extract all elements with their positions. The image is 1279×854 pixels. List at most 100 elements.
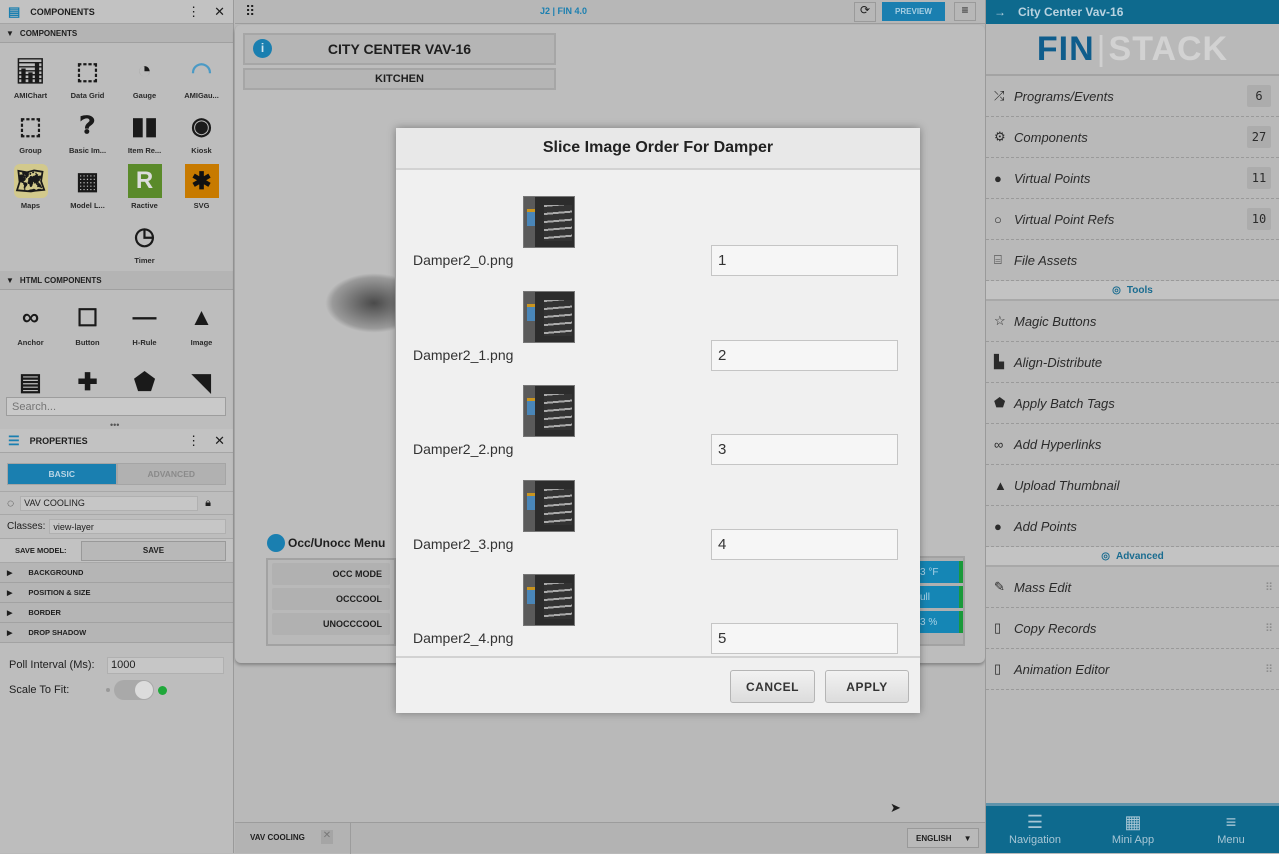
caret-right-icon: ▶ <box>7 629 13 637</box>
component-image[interactable]: ▲ Image <box>173 296 230 351</box>
cancel-button[interactable]: CANCEL <box>730 670 815 703</box>
advanced-section-header[interactable]: ◎ Advanced <box>986 547 1279 567</box>
drag-handle-icon[interactable]: ⠿ <box>1265 663 1273 676</box>
menu-item-components[interactable]: ⚙ Components 27 <box>986 117 1279 158</box>
search-input[interactable] <box>6 397 226 416</box>
nav-navigation[interactable]: ☰ Navigation <box>986 806 1084 853</box>
nav-menu[interactable]: ≡ Menu <box>1182 806 1279 853</box>
occ-mode-button[interactable]: OCC MODE <box>272 563 390 585</box>
grid-icon: ▦ <box>1124 812 1142 832</box>
component-button[interactable]: ☐ Button <box>59 296 116 351</box>
info-icon[interactable]: i <box>253 39 272 58</box>
drag-handle-icon[interactable]: ⠿ <box>1265 622 1273 635</box>
menu-item-label: Copy Records <box>1014 620 1097 636</box>
component-basic-im[interactable]: ❓︎ Basic Im... <box>59 104 116 159</box>
order-input[interactable] <box>711 245 898 276</box>
poll-interval-input[interactable]: 1000 <box>107 656 224 674</box>
arrow-right-icon[interactable]: → <box>994 5 1006 19</box>
menu-item-label: File Assets <box>1014 252 1078 268</box>
component-amichart[interactable]: 📊︎ AMIChart <box>2 49 59 104</box>
accordion-drop-shadow[interactable]: ▶ DROP SHADOW <box>0 623 233 643</box>
preview-button[interactable]: PREVIEW <box>882 2 945 21</box>
nav-mini-app[interactable]: ▦ Mini App <box>1084 806 1182 853</box>
order-input[interactable] <box>711 434 898 465</box>
menu-item-file-assets[interactable]: ⌸ File Assets <box>986 240 1279 281</box>
drag-handle-icon[interactable]: ⠿ <box>1265 581 1273 594</box>
tab-basic[interactable]: BASIC <box>7 463 117 485</box>
component-timer[interactable]: ◷ Timer <box>116 214 173 269</box>
occ-menu-label: Occ/Unocc Menu <box>288 536 386 550</box>
accordion-background[interactable]: ▶ BACKGROUND <box>0 563 233 583</box>
occupancy-icon <box>267 534 285 552</box>
menu-item-label: Mass Edit <box>1014 579 1072 595</box>
component-ractive[interactable]: R Ractive <box>116 159 173 214</box>
question-icon: ❓︎ <box>80 112 95 139</box>
tools-section-header[interactable]: ◎ Tools <box>986 281 1279 301</box>
component-label: Group <box>19 146 42 155</box>
classes-field[interactable]: view-layer <box>49 519 226 534</box>
component-h-rule[interactable]: — H-Rule <box>116 296 173 351</box>
order-input[interactable] <box>711 623 898 654</box>
menu-item-copy-records[interactable]: ▯ Copy Records ⠿ <box>986 608 1279 649</box>
unocccool-button[interactable]: UNOCCCOOL <box>272 613 390 635</box>
count-badge: 6 <box>1247 85 1271 107</box>
order-input[interactable] <box>711 528 898 560</box>
menu-item-add-hyperlinks[interactable]: ∞ Add Hyperlinks <box>986 424 1279 465</box>
accordion-position-size[interactable]: ▶ POSITION & SIZE <box>0 583 233 603</box>
subtitle-box[interactable]: KITCHEN <box>243 68 556 90</box>
menu-item-mass-edit[interactable]: ✎ Mass Edit ⠿ <box>986 567 1279 608</box>
accordion-border[interactable]: ▶ BORDER <box>0 603 233 623</box>
menu-icon[interactable]: ≡ <box>954 2 976 21</box>
status-dot <box>158 685 167 695</box>
refresh-icon[interactable]: ⟳ <box>854 2 876 22</box>
language-select[interactable]: ENGLISH ▼ <box>907 828 979 848</box>
close-tab-icon[interactable]: ✕ <box>321 830 333 844</box>
tab-vav-cooling[interactable]: VAV COOLING <box>250 833 305 842</box>
menu-item-apply-batch-tags[interactable]: ⬟ Apply Batch Tags <box>986 383 1279 424</box>
component-item-re[interactable]: ▮▮ Item Re... <box>116 104 173 159</box>
components-section-header[interactable]: ▼ COMPONENTS <box>0 24 233 43</box>
component-gauge[interactable]: ◔ Gauge <box>116 49 173 104</box>
close-icon[interactable]: ✕ <box>214 433 225 449</box>
menu-item-programs-events[interactable]: ⤮ Programs/Events 6 <box>986 76 1279 117</box>
more-icon[interactable]: ⋮ <box>187 433 200 449</box>
menu-item-virtual-point-refs[interactable]: ○ Virtual Point Refs 10 <box>986 199 1279 240</box>
component-kiosk[interactable]: ◉ Kiosk <box>173 104 230 159</box>
menu-item-label: Align-Distribute <box>1014 354 1103 370</box>
components-grid: 📊︎ AMIChart ⬚ Data Grid ◔ Gauge ◠ AMIGau... ⬚ Gro… <box>0 43 233 269</box>
save-button[interactable]: SAVE <box>81 540 226 561</box>
apply-button[interactable]: APPLY <box>825 670 909 703</box>
occcool-button[interactable]: OCCCOOL <box>272 588 390 610</box>
lock-icon[interactable]: 🔒︎ <box>205 497 211 510</box>
clipboard-icon: ▯ <box>994 661 1002 676</box>
menu-item-virtual-points[interactable]: ● Virtual Points 11 <box>986 158 1279 199</box>
close-icon[interactable]: ✕ <box>214 4 225 20</box>
count-badge: 11 <box>1247 167 1271 189</box>
scale-to-fit-toggle[interactable] <box>114 680 154 700</box>
damper-image[interactable] <box>325 273 395 333</box>
right-header[interactable]: → City Center Vav-16 <box>986 0 1279 24</box>
component-label: Basic Im... <box>68 146 107 155</box>
bottom-nav: ☰ Navigation ▦ Mini App ≡ Menu <box>986 803 1279 853</box>
menu-item-magic-buttons[interactable]: ☆ Magic Buttons <box>986 301 1279 342</box>
component-anchor[interactable]: ∞ Anchor <box>2 296 59 351</box>
html-components-header[interactable]: ▼ HTML COMPONENTS <box>0 271 233 290</box>
accordion-label: DROP SHADOW <box>28 628 87 637</box>
component-svg[interactable]: ✱ SVG <box>173 159 230 214</box>
menu-item-animation-editor[interactable]: ▯ Animation Editor ⠿ <box>986 649 1279 690</box>
component-group[interactable]: ⬚ Group <box>2 104 59 159</box>
component-maps[interactable]: 🗺︎ Maps <box>2 159 59 214</box>
component-model-l[interactable]: ▦ Model L... <box>59 159 116 214</box>
menu-item-add-points[interactable]: ● Add Points <box>986 506 1279 547</box>
apps-grid-icon[interactable]: ⠿ <box>245 3 255 20</box>
menu-item-align-distribute[interactable]: ▙ Align-Distribute <box>986 342 1279 383</box>
title-box[interactable]: i CITY CENTER VAV-16 <box>243 33 556 65</box>
component-amigau[interactable]: ◠ AMIGau... <box>173 49 230 104</box>
count-badge: 27 <box>1247 126 1271 148</box>
component-data-grid[interactable]: ⬚ Data Grid <box>59 49 116 104</box>
component-name-field[interactable]: VAV COOLING <box>20 495 199 511</box>
tab-advanced[interactable]: ADVANCED <box>116 463 226 485</box>
menu-item-upload-thumbnail[interactable]: ▲ Upload Thumbnail <box>986 465 1279 506</box>
more-icon[interactable]: ⋮ <box>187 4 200 20</box>
order-input[interactable] <box>711 339 898 371</box>
